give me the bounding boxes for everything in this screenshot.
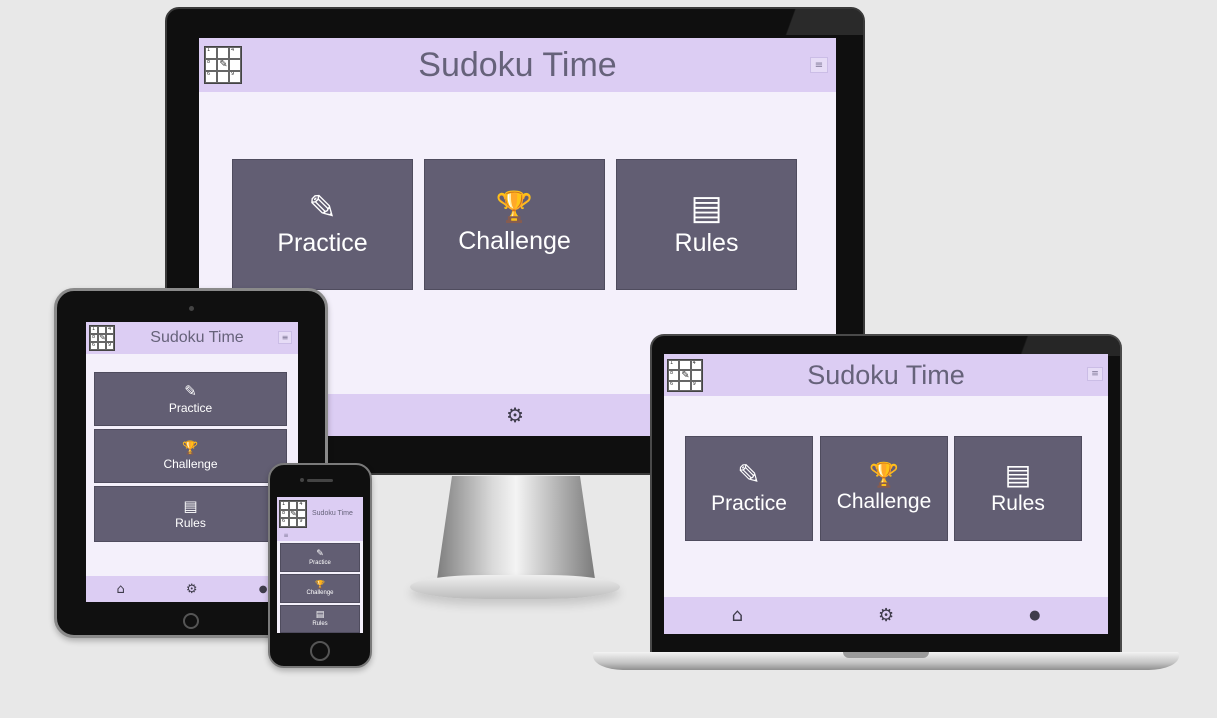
book-icon: ▤: [315, 610, 325, 620]
menu-icon: ≡: [281, 333, 289, 342]
chat-icon[interactable]: ●: [259, 584, 268, 595]
rules-tile[interactable]: ▤ Rules: [954, 436, 1082, 541]
challenge-tile[interactable]: 🏆 Challenge: [424, 159, 605, 290]
phone-screen: 14 8 ✎ 69 Sudoku Time ≡ ✎ Practice 🏆 Chal…: [277, 497, 363, 633]
book-icon: ▤: [1004, 458, 1032, 491]
book-icon: ▤: [183, 496, 198, 515]
trophy-icon: 🏆: [495, 190, 534, 225]
settings-icon[interactable]: ⚙: [506, 403, 524, 427]
challenge-tile[interactable]: 🏆 Challenge: [94, 429, 287, 483]
hamburger-menu-button[interactable]: ≡: [278, 331, 292, 344]
hamburger-menu-button[interactable]: ≡: [1087, 367, 1103, 381]
menu-icon: ≡: [283, 531, 289, 539]
settings-icon[interactable]: ⚙: [878, 605, 894, 626]
menu-icon: ≡: [1091, 369, 1099, 379]
tablet-screen: 14 8 ✎ 69 Sudoku Time ≡ ✎ Practice 🏆 Chal…: [86, 322, 298, 602]
pencil-icon: ✎: [308, 188, 337, 228]
app-header: 14 8 ✎ 69 Sudoku Time ≡: [86, 322, 298, 354]
challenge-tile[interactable]: 🏆 Challenge: [820, 436, 948, 541]
sudoku-logo[interactable]: 14 8 ✎ 69: [279, 500, 307, 528]
page-title: Sudoku Time: [418, 45, 617, 84]
practice-tile[interactable]: ✎ Practice: [232, 159, 413, 290]
trophy-icon: 🏆: [182, 440, 199, 456]
page-title: Sudoku Time: [807, 359, 965, 390]
practice-tile[interactable]: ✎ Practice: [280, 543, 360, 572]
tablet-home-button: [183, 613, 199, 629]
hamburger-menu-button[interactable]: ≡: [810, 57, 828, 73]
practice-tile[interactable]: ✎ Practice: [94, 372, 287, 426]
practice-tile[interactable]: ✎ Practice: [685, 436, 813, 541]
rules-tile[interactable]: ▤ Rules: [94, 486, 287, 542]
rules-tile[interactable]: ▤ Rules: [616, 159, 797, 290]
rules-tile[interactable]: ▤ Rules: [280, 605, 360, 633]
monitor-stand-neck: [436, 476, 596, 586]
app-header: 14 8 ✎ 69 Sudoku Time ≡: [199, 38, 836, 92]
app-footer: ⌂ ⚙ ●: [664, 597, 1108, 634]
pencil-icon: ✎: [737, 458, 761, 491]
page-title: Sudoku Time: [150, 329, 244, 346]
sudoku-logo[interactable]: 14 8 ✎ 69: [89, 325, 115, 351]
home-icon[interactable]: ⌂: [732, 605, 743, 626]
laptop-screen: 14 8 ✎ 69 Sudoku Time ≡ ✎ Practice 🏆 Chal…: [664, 354, 1108, 634]
monitor-stand-foot: [410, 575, 620, 599]
pencil-icon: ✎: [316, 548, 324, 559]
trophy-icon: 🏆: [869, 461, 899, 489]
book-icon: ▤: [690, 188, 723, 228]
challenge-tile[interactable]: 🏆 Challenge: [280, 574, 360, 603]
phone-home-button: [310, 641, 330, 661]
home-icon[interactable]: ⌂: [117, 582, 125, 597]
laptop-base: [593, 652, 1179, 670]
sudoku-logo[interactable]: 14 8 ✎ 69: [204, 46, 242, 84]
sudoku-logo[interactable]: 14 8 ✎ 69: [667, 359, 703, 392]
pencil-icon: ✎: [184, 381, 197, 400]
app-header: 14 8 ✎ 69 Sudoku Time ≡: [277, 497, 363, 541]
menu-icon: ≡: [814, 59, 824, 71]
hamburger-menu-button[interactable]: ≡: [281, 531, 291, 539]
settings-icon[interactable]: ⚙: [186, 582, 198, 597]
page-title: Sudoku Time: [312, 510, 353, 517]
app-footer: ⌂ ⚙ ●: [86, 576, 298, 602]
chat-icon[interactable]: ●: [1029, 608, 1040, 623]
app-header: 14 8 ✎ 69 Sudoku Time ≡: [664, 354, 1108, 396]
trophy-icon: 🏆: [315, 580, 325, 589]
